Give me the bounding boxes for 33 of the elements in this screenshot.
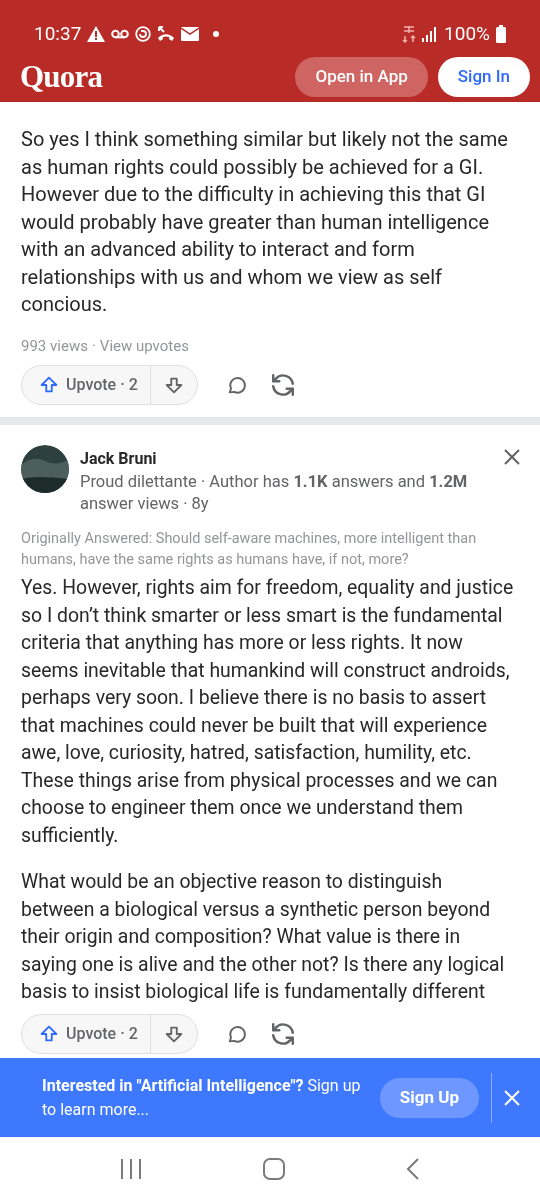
warning-icon bbox=[87, 26, 106, 42]
signal-icon bbox=[422, 26, 439, 42]
open-in-app-button[interactable]: Open in App bbox=[295, 57, 428, 97]
battery-icon bbox=[496, 25, 506, 43]
close-icon[interactable] bbox=[504, 449, 520, 465]
view-upvotes-link[interactable]: View upvotes bbox=[99, 334, 189, 357]
recent-apps-icon[interactable] bbox=[120, 1158, 143, 1179]
author-name[interactable]: Jack Bruni bbox=[80, 445, 157, 471]
battery-percent: 100% bbox=[444, 20, 490, 47]
voicemail-icon bbox=[111, 29, 130, 39]
upvote-button[interactable]: Upvote · 2 bbox=[22, 366, 150, 404]
answer-paragraph: Yes. However, rights aim for freedom, equality and justice so I don’t think smarter or less smart is the fundamental criteria that anything has more or less rights. It now seems inevitable that humankind will construct androids, perhaps very soon. I believe there is no basis to assert that machines could never be built that will experience awe, love, curiosity, hatred, satisfaction, humility, etc. These things arise from physical processes and we can choose to engineer them once we understand them sufficiently. bbox=[20, 575, 515, 849]
avatar[interactable] bbox=[21, 445, 69, 493]
separator-dot: · bbox=[91, 335, 96, 357]
originally-answered: Originally Answered: Should self-aware machines, more intelligent than humans, have the same rights as humans have, if not, more? bbox=[20, 529, 478, 570]
clock-time: 10:37 bbox=[34, 20, 82, 47]
back-icon[interactable] bbox=[405, 1157, 420, 1180]
envelope-icon bbox=[181, 27, 200, 41]
banner-message: Interested in "Artificial Intelligence"? Sign up to learn more... bbox=[42, 1074, 362, 1121]
dot-icon bbox=[213, 31, 220, 37]
logo[interactable]: Quora bbox=[20, 53, 103, 101]
data-transfer-icon bbox=[402, 25, 417, 43]
answer-paragraph: So yes I think something similar but likely not the same as human rights could possibly be achieved for a GI. However due to the difficulty in achieving this that GI would probably have greater than human intelligence with an advanced ability to interact and form relationships with us and whom we view as self concious. bbox=[20, 126, 509, 318]
author-credential: Proud dilettante · Author has 1.1K answers and 1.2M answer views · 8y bbox=[80, 471, 469, 515]
refresh-icon bbox=[271, 1022, 294, 1045]
upvote-button[interactable]: Upvote · 2 bbox=[22, 1014, 150, 1053]
missed-call-icon bbox=[157, 26, 176, 42]
sign-in-button[interactable]: Sign In bbox=[437, 57, 530, 97]
sync-circle-icon bbox=[135, 26, 152, 42]
home-icon[interactable] bbox=[263, 1157, 285, 1180]
answer-paragraph: What would be an objective reason to distinguish between a biological versus a synthetic person beyond their origin and composition? What value is there in saying one is alive and the other not? Is there any logical basis to insist biological life is fundamentally different bbox=[20, 869, 506, 1005]
view-count: 993 views bbox=[21, 335, 88, 357]
refresh-icon bbox=[271, 374, 294, 396]
